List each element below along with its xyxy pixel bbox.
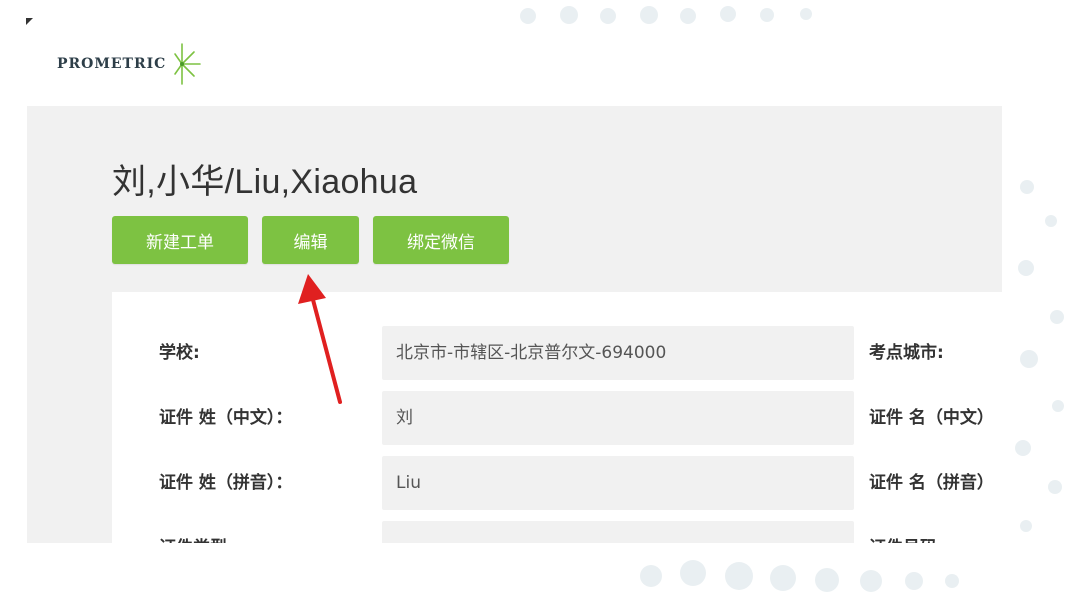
page-title: 刘,小华/Liu,Xiaohua (112, 163, 418, 201)
edit-button[interactable]: 编辑 (262, 216, 359, 264)
form-row-surname-pinyin: 证件 姓（拼音）： Liu 证件 名（拼音） (112, 456, 1002, 510)
prometric-logo: PROMETRIC (57, 38, 206, 90)
new-ticket-button[interactable]: 新建工单 (112, 216, 248, 264)
corner-mark (26, 18, 33, 25)
school-field[interactable]: 北京市-市辖区-北京普尔文-694000 (382, 326, 854, 380)
id-type-field[interactable] (382, 521, 854, 543)
red-arrow-annotation (298, 274, 342, 404)
surname-cn-label: 证件 姓（中文）： (159, 408, 293, 428)
form-row-id-type: 证件类型 证件号码 (112, 521, 1002, 543)
surname-cn-field[interactable]: 刘 (382, 391, 854, 445)
prometric-starburst-icon (174, 43, 202, 85)
given-name-cn-label: 证件 名（中文） (869, 408, 994, 428)
bind-wechat-button[interactable]: 绑定微信 (373, 216, 509, 264)
school-label: 学校: (159, 343, 200, 363)
profile-panel: 刘,小华/Liu,Xiaohua 新建工单 编辑 绑定微信 学校: 北京市-市辖… (27, 106, 1002, 543)
test-city-label: 考点城市: (869, 343, 944, 363)
id-type-label: 证件类型 (159, 521, 227, 543)
surname-pinyin-field[interactable]: Liu (382, 456, 854, 510)
form-row-surname-cn: 证件 姓（中文）： 刘 证件 名（中文） (112, 391, 1002, 445)
form-row-school: 学校: 北京市-市辖区-北京普尔文-694000 考点城市: (112, 326, 1002, 380)
logo-text: PROMETRIC (57, 56, 167, 72)
given-name-pinyin-label: 证件 名（拼音） (869, 473, 994, 493)
id-number-label: 证件号码 (869, 521, 937, 543)
surname-pinyin-label: 证件 姓（拼音）： (159, 473, 293, 493)
profile-form: 学校: 北京市-市辖区-北京普尔文-694000 考点城市: 证件 姓（中文）：… (112, 292, 1002, 543)
